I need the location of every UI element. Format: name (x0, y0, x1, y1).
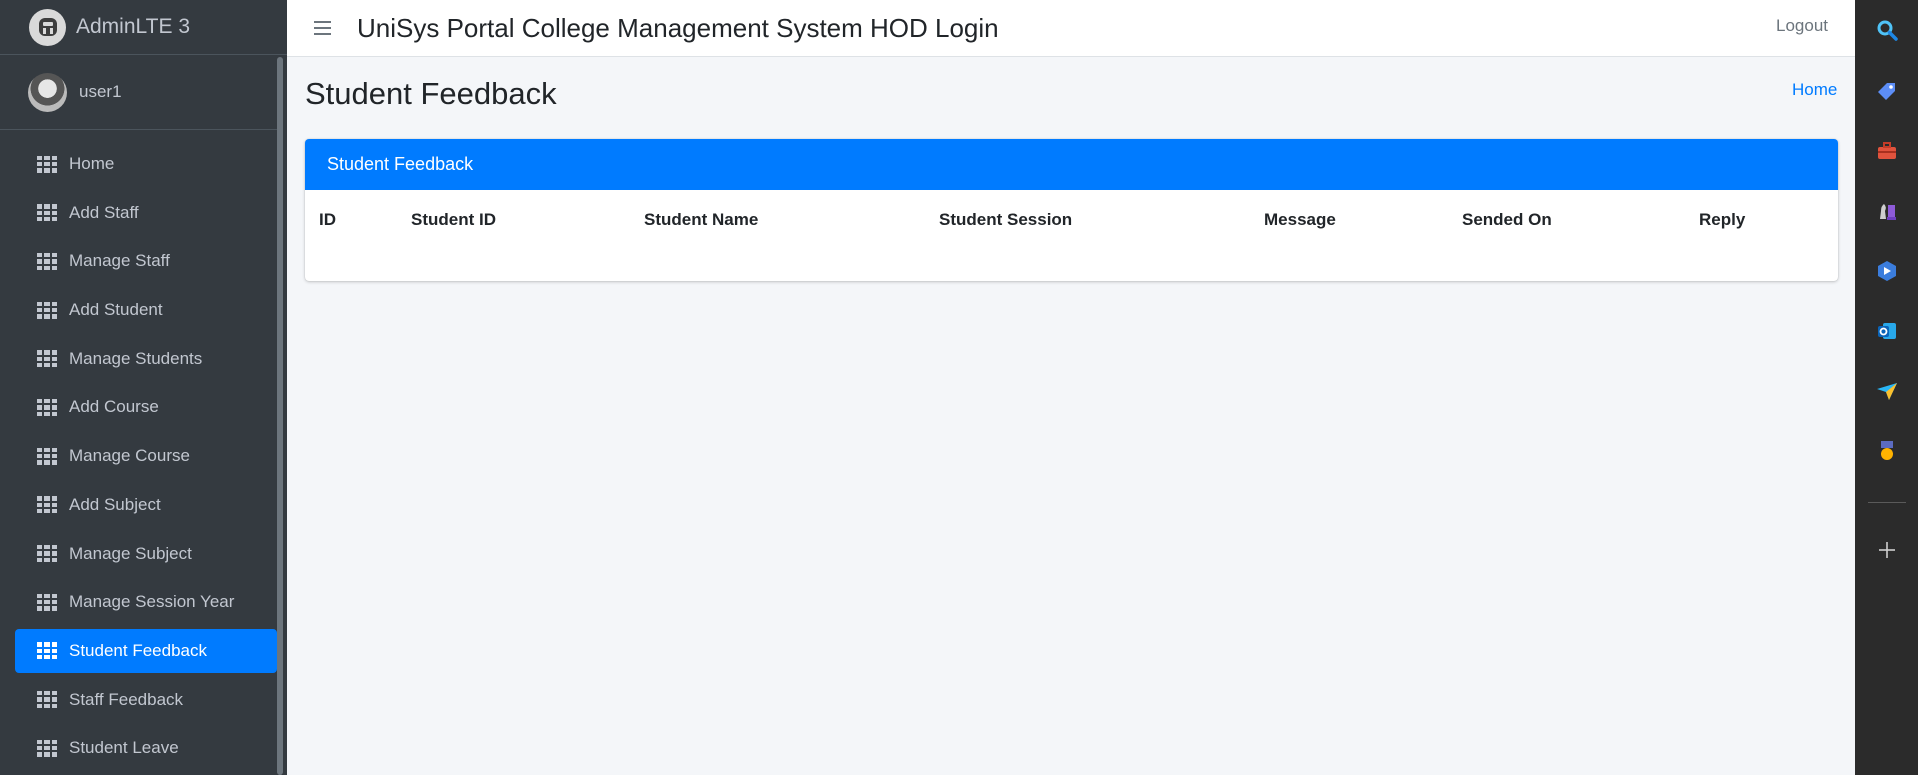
grid-icon (37, 593, 57, 611)
menu-toggle-icon[interactable] (314, 21, 331, 35)
sidebar-item-manage-staff[interactable]: Manage Staff (15, 239, 277, 283)
sidebar-item-label: Manage Course (69, 446, 190, 466)
sidebar: AdminLTE 3 user1 Home Add Staff Manage S… (0, 0, 287, 775)
sidebar-item-add-course[interactable]: Add Course (15, 385, 277, 429)
chess-icon[interactable] (1874, 198, 1900, 224)
grid-icon (37, 350, 57, 368)
sidebar-item-label: Staff Feedback (69, 689, 184, 709)
column-header-reply: Reply (1699, 210, 1746, 229)
page-title: Student Feedback (305, 76, 557, 111)
column-header-student-id: Student ID (411, 210, 496, 229)
sidebar-item-label: Manage Staff (69, 251, 170, 271)
top-navbar: UniSys Portal College Management System … (287, 0, 1855, 57)
feedback-card: Student Feedback ID Student ID Student N… (305, 139, 1838, 281)
sidebar-item-label: Home (69, 154, 115, 173)
outlook-icon[interactable] (1874, 318, 1900, 344)
card-header: Student Feedback (305, 139, 1838, 190)
browser-sidebar (1855, 0, 1918, 775)
card-title: Student Feedback (327, 154, 474, 174)
column-header-student-name: Student Name (644, 210, 759, 229)
sidebar-item-student-leave[interactable]: Student Leave (15, 726, 277, 770)
sidebar-item-manage-course[interactable]: Manage Course (15, 434, 277, 478)
sidebar-item-label: Student Feedback (69, 640, 207, 660)
column-header-student-session: Student Session (939, 210, 1073, 229)
sidebar-item-label: Student Leave (69, 738, 179, 758)
sidebar-item-manage-session-year[interactable]: Manage Session Year (15, 580, 277, 624)
search-icon[interactable] (1874, 17, 1900, 43)
breadcrumb-home-link[interactable]: Home (1792, 80, 1837, 100)
add-icon[interactable] (1874, 537, 1900, 563)
sidebar-scrollbar[interactable] (277, 57, 283, 775)
sidebar-item-add-subject[interactable]: Add Subject (15, 483, 277, 527)
column-header-message: Message (1264, 210, 1336, 229)
copilot-icon[interactable] (1874, 258, 1900, 284)
grid-icon (37, 301, 57, 319)
sidebar-item-label: Add Course (69, 397, 159, 417)
sidebar-item-label: Manage Students (69, 348, 203, 368)
grid-icon (37, 447, 57, 465)
tag-icon[interactable] (1874, 78, 1900, 104)
brand-logo-icon (29, 8, 66, 46)
column-header-sended-on: Sended On (1462, 210, 1552, 229)
sidebar-item-manage-subject[interactable]: Manage Subject (15, 532, 277, 576)
rail-divider (1868, 502, 1906, 503)
sidebar-item-label: Add Staff (69, 202, 139, 222)
sidebar-item-label: Add Subject (69, 494, 161, 514)
medal-icon[interactable] (1874, 438, 1900, 464)
column-header-id: ID (319, 210, 336, 229)
user-panel[interactable]: user1 (0, 55, 277, 130)
sidebar-item-home[interactable]: Home (15, 142, 277, 186)
sidebar-nav: Home Add Staff Manage Staff Add Student … (0, 142, 287, 770)
logout-link[interactable]: Logout (1776, 16, 1828, 36)
grid-icon (37, 642, 57, 660)
briefcase-icon[interactable] (1874, 138, 1900, 164)
grid-icon (37, 545, 57, 562)
sidebar-item-student-feedback[interactable]: Student Feedback (15, 628, 277, 673)
sidebar-item-add-student[interactable]: Add Student (15, 288, 277, 332)
user-name: user1 (79, 82, 122, 101)
table-header-row: ID Student ID Student Name Student Sessi… (305, 190, 1838, 248)
sidebar-item-add-staff[interactable]: Add Staff (15, 191, 277, 235)
grid-icon (37, 252, 57, 270)
sidebar-item-label: Add Student (69, 300, 163, 320)
avatar (28, 72, 67, 112)
sidebar-item-label: Manage Session Year (69, 592, 235, 612)
app-title: UniSys Portal College Management System … (357, 12, 999, 43)
grid-icon (37, 496, 57, 514)
grid-icon (37, 691, 57, 709)
sidebar-item-label: Manage Subject (69, 543, 192, 563)
grid-icon (37, 204, 57, 222)
brand-link[interactable]: AdminLTE 3 (0, 0, 287, 55)
sidebar-item-manage-students[interactable]: Manage Students (15, 337, 277, 381)
send-icon[interactable] (1874, 378, 1900, 404)
grid-icon (37, 155, 57, 173)
brand-text: AdminLTE 3 (76, 15, 190, 38)
sidebar-item-staff-feedback[interactable]: Staff Feedback (15, 678, 277, 722)
grid-icon (37, 398, 57, 416)
grid-icon (37, 739, 57, 757)
